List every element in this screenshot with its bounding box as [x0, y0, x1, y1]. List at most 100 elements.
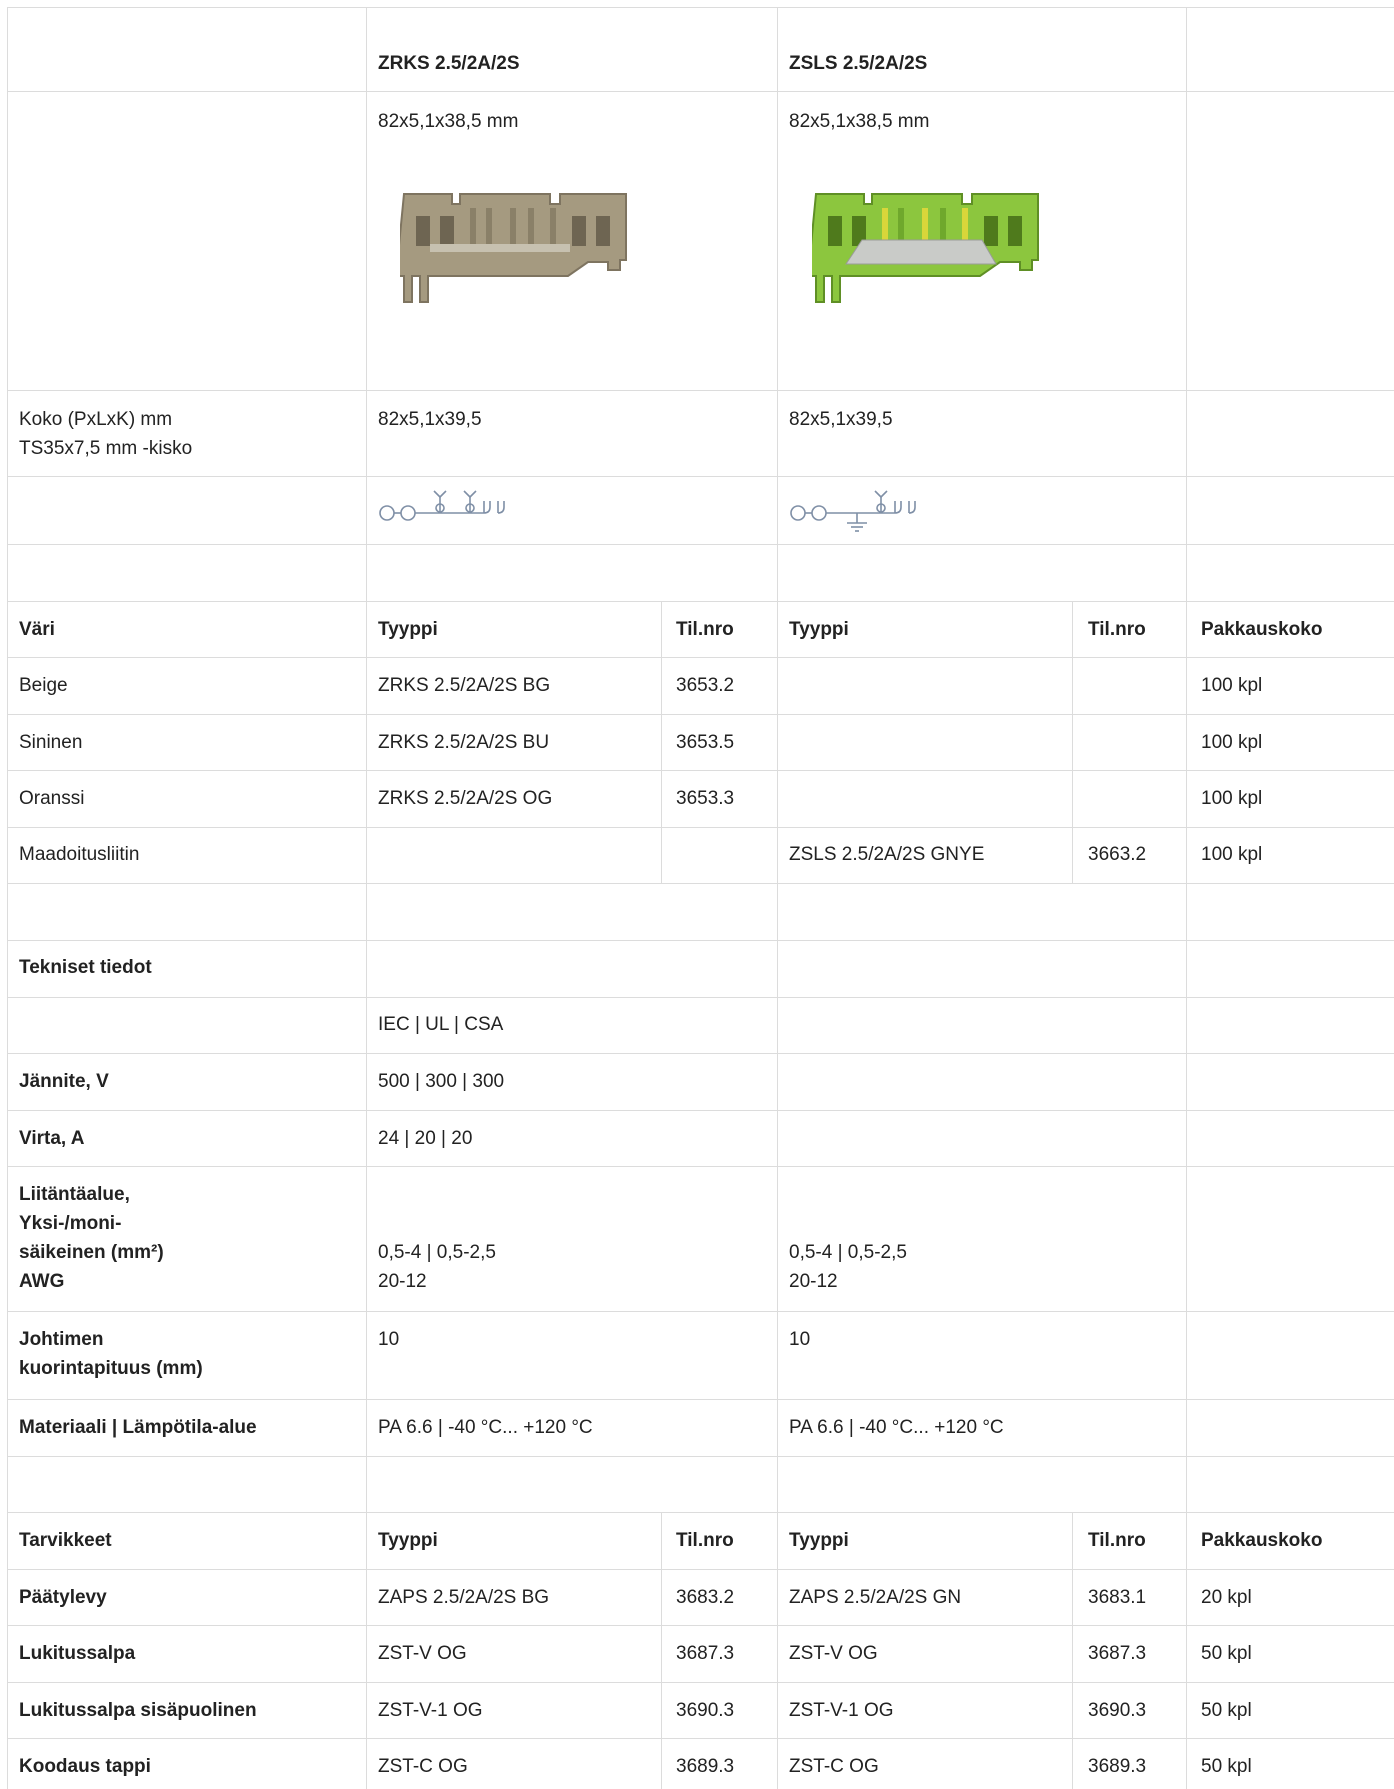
- grid-line: [7, 1166, 1394, 1167]
- connection-area-value: 0,5-4 | 0,5-2,5 20-12: [378, 1242, 496, 1292]
- accessory-type: ZST-C OG: [789, 1756, 879, 1777]
- size-label: Koko (PxLxK) mm TS35x7,5 mm -kisko: [19, 409, 193, 459]
- accessory-type: ZST-V OG: [378, 1643, 467, 1664]
- order-pack: 100 kpl: [1201, 675, 1263, 696]
- order-header-color: Väri: [19, 619, 55, 640]
- terminal-schematic-icon: [378, 489, 523, 525]
- order-header-type: Tyyppi: [378, 619, 438, 640]
- order-type: ZRKS 2.5/2A/2S BG: [378, 675, 551, 696]
- grid-line: [7, 940, 1394, 941]
- accessory-number: 3690.3: [1088, 1700, 1147, 1721]
- grid-line: [7, 1399, 1394, 1400]
- order-number: 3653.5: [676, 732, 735, 753]
- order-number: 3653.2: [676, 675, 735, 696]
- order-number: 3653.3: [676, 788, 735, 809]
- accessories-header: Tarvikkeet: [19, 1530, 112, 1551]
- connection-area-label: Liitäntäalue, Yksi-/moni- säikeinen (mm²…: [19, 1184, 164, 1292]
- accessory-number: 3689.3: [1088, 1756, 1147, 1777]
- grid-line: [7, 883, 1394, 884]
- accessory-number: 3687.3: [676, 1643, 735, 1664]
- product-name: ZRKS 2.5/2A/2S: [378, 53, 520, 74]
- grid-line: [7, 1682, 1394, 1683]
- connection-area-value: 0,5-4 | 0,5-2,5 20-12: [789, 1242, 907, 1292]
- accessories-header-number: Til.nro: [1088, 1530, 1146, 1551]
- grid-line: [661, 601, 662, 883]
- accessory-type: ZAPS 2.5/2A/2S BG: [378, 1587, 550, 1608]
- order-pack: 100 kpl: [1201, 788, 1263, 809]
- accessory-pack: 50 kpl: [1201, 1700, 1252, 1721]
- strip-length-value: 10: [789, 1329, 811, 1350]
- product-size: 82x5,1x39,5: [789, 409, 893, 430]
- grid-line: [7, 476, 1394, 477]
- accessory-label: Koodaus tappi: [19, 1756, 151, 1777]
- accessory-type: ZST-V-1 OG: [789, 1700, 894, 1721]
- grid-line: [7, 997, 1394, 998]
- accessory-number: 3687.3: [1088, 1643, 1147, 1664]
- product-header-1: ZRKS 2.5/2A/2S 82x5,1x38,5 mm: [378, 20, 520, 165]
- grid-line: [7, 1311, 1394, 1312]
- grid-line: [7, 714, 1394, 715]
- order-header-type: Tyyppi: [789, 619, 849, 640]
- grid-line: [661, 1512, 662, 1789]
- accessory-pack: 50 kpl: [1201, 1643, 1252, 1664]
- accessories-header-number: Til.nro: [676, 1530, 734, 1551]
- grid-line: [7, 1110, 1394, 1111]
- accessory-number: 3689.3: [676, 1756, 735, 1777]
- accessory-type: ZAPS 2.5/2A/2S GN: [789, 1587, 962, 1608]
- grid-line: [7, 1738, 1394, 1739]
- grid-line: [7, 1569, 1394, 1570]
- order-pack: 100 kpl: [1201, 844, 1263, 865]
- beige-terminal-block-image: [400, 190, 635, 305]
- accessory-number: 3683.1: [1088, 1587, 1147, 1608]
- order-label: Maadoitusliitin: [19, 844, 140, 865]
- order-type: ZRKS 2.5/2A/2S OG: [378, 788, 553, 809]
- accessories-header-type: Tyyppi: [789, 1530, 849, 1551]
- material-label: Materiaali | Lämpötila-alue: [19, 1417, 257, 1438]
- order-label: Sininen: [19, 732, 83, 753]
- grid-line: [7, 657, 1394, 658]
- grid-line: [7, 544, 1394, 545]
- accessory-pack: 50 kpl: [1201, 1756, 1252, 1777]
- grid-line: [1186, 7, 1187, 1789]
- product-dimensions: 82x5,1x38,5 mm: [378, 111, 519, 132]
- grid-line: [7, 827, 1394, 828]
- grid-line: [7, 91, 1394, 92]
- product-name: ZSLS 2.5/2A/2S: [789, 53, 928, 74]
- grid-line: [7, 7, 8, 1789]
- order-label: Beige: [19, 675, 68, 696]
- ground-terminal-schematic-icon: [789, 489, 934, 534]
- order-type: ZSLS 2.5/2A/2S GNYE: [789, 844, 985, 865]
- grid-line: [1072, 601, 1073, 883]
- standards: IEC | UL | CSA: [378, 1014, 504, 1035]
- accessory-pack: 20 kpl: [1201, 1587, 1252, 1608]
- voltage-value: 500 | 300 | 300: [378, 1071, 505, 1092]
- accessories-header-type: Tyyppi: [378, 1530, 438, 1551]
- order-type: ZRKS 2.5/2A/2S BU: [378, 732, 550, 753]
- current-value: 24 | 20 | 20: [378, 1128, 473, 1149]
- order-header-number: Til.nro: [1088, 619, 1146, 640]
- product-size: 82x5,1x39,5: [378, 409, 482, 430]
- grid-line: [7, 770, 1394, 771]
- tech-title: Tekniset tiedot: [19, 957, 152, 978]
- product-header-2: ZSLS 2.5/2A/2S 82x5,1x38,5 mm: [789, 20, 929, 165]
- current-label: Virta, A: [19, 1128, 85, 1149]
- grid-line: [7, 7, 1394, 8]
- grid-line: [777, 7, 778, 1789]
- green-yellow-terminal-block-image: [812, 190, 1047, 305]
- order-header-number: Til.nro: [676, 619, 734, 640]
- accessory-type: ZST-V OG: [789, 1643, 878, 1664]
- accessories-header-pack: Pakkauskoko: [1201, 1530, 1323, 1551]
- material-value: PA 6.6 | -40 °C... +120 °C: [789, 1417, 1004, 1438]
- strip-length-label: Johtimen kuorintapituus (mm): [19, 1329, 203, 1379]
- order-pack: 100 kpl: [1201, 732, 1263, 753]
- grid-line: [1072, 1512, 1073, 1789]
- grid-line: [7, 1512, 1394, 1513]
- grid-line: [7, 390, 1394, 391]
- grid-line: [7, 1053, 1394, 1054]
- accessory-label: Lukitussalpa: [19, 1643, 136, 1664]
- accessory-label: Lukitussalpa sisäpuolinen: [19, 1700, 257, 1721]
- strip-length-value: 10: [378, 1329, 400, 1350]
- order-label: Oranssi: [19, 788, 85, 809]
- accessory-number: 3683.2: [676, 1587, 735, 1608]
- grid-line: [366, 7, 367, 1789]
